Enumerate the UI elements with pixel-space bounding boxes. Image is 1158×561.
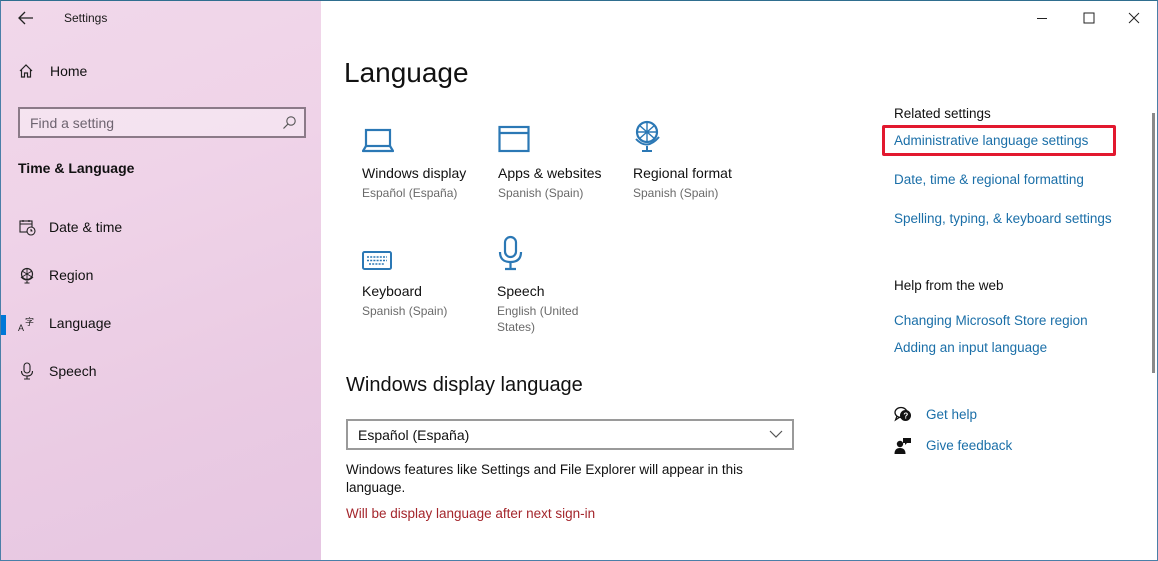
sidebar-item-speech[interactable]: Speech [1, 351, 321, 391]
tile-apps-websites[interactable]: Apps & websites Spanish (Spain) [498, 117, 628, 201]
spelling-typing-keyboard-link[interactable]: Spelling, typing, & keyboard settings [894, 211, 1112, 226]
tile-speech[interactable]: Speech English (United States) [497, 235, 627, 335]
search-icon[interactable] [281, 115, 297, 131]
search-box[interactable] [18, 107, 306, 138]
give-feedback-label: Give feedback [926, 437, 1013, 453]
tile-value: Spanish (Spain) [633, 186, 719, 200]
sidebar: Settings Home Time & Language [1, 1, 321, 560]
dropdown-selected-value: Español (España) [358, 426, 470, 443]
settings-window: Settings Home Time & Language [0, 0, 1158, 561]
maximize-icon [1083, 12, 1095, 24]
close-icon [1128, 12, 1140, 24]
display-language-description: Windows features like Settings and File … [346, 462, 743, 495]
tile-value: Spanish (Spain) [362, 304, 448, 318]
get-help-icon: ? [894, 405, 912, 423]
page-title: Language [344, 57, 469, 88]
svg-text:字: 字 [25, 316, 34, 328]
minimize-icon [1037, 18, 1047, 19]
tile-name: Regional format [633, 165, 732, 181]
home-icon [19, 64, 33, 78]
tile-keyboard[interactable]: Keyboard Spanish (Spain) [362, 235, 492, 319]
svg-text:?: ? [903, 411, 908, 420]
sidebar-item-label: Region [49, 267, 94, 283]
globe-icon [633, 117, 763, 153]
adding-input-language-link[interactable]: Adding an input language [894, 340, 1047, 355]
svg-text:A: A [18, 323, 24, 332]
back-button[interactable] [13, 7, 39, 29]
search-input[interactable] [30, 114, 270, 131]
microphone-icon [497, 235, 627, 271]
get-help-label: Get help [926, 406, 978, 422]
close-button[interactable] [1111, 1, 1157, 35]
keyboard-icon [362, 235, 492, 271]
changing-store-region-link[interactable]: Changing Microsoft Store region [894, 313, 1088, 328]
microphone-icon [18, 362, 36, 380]
back-arrow-icon [18, 11, 33, 25]
tile-value: Español (España) [362, 186, 458, 200]
sidebar-item-language[interactable]: A 字 Language [1, 303, 321, 343]
sidebar-item-date-time[interactable]: Date & time [1, 207, 321, 247]
get-help-link[interactable]: ? Get help [894, 405, 977, 423]
section-title: Time & Language [18, 160, 135, 176]
admin-language-settings-link[interactable]: Administrative language settings [894, 133, 1088, 148]
sidebar-item-home[interactable]: Home [18, 63, 87, 79]
date-time-regional-formatting-link[interactable]: Date, time & regional formatting [894, 172, 1084, 187]
feedback-icon [894, 436, 912, 454]
laptop-icon [362, 117, 492, 153]
browser-window-icon [498, 117, 628, 153]
language-icon: A 字 [18, 314, 36, 332]
display-language-heading: Windows display language [346, 374, 583, 396]
display-language-dropdown[interactable]: Español (España) [346, 419, 794, 450]
sidebar-item-region[interactable]: Region [1, 255, 321, 295]
chevron-down-icon [769, 430, 783, 438]
sidebar-item-label: Date & time [49, 219, 123, 235]
tile-name: Speech [497, 283, 545, 299]
tile-regional-format[interactable]: Regional format Spanish (Spain) [633, 117, 763, 201]
tile-value: English (United States) [497, 304, 579, 334]
calendar-clock-icon [18, 218, 36, 236]
tile-windows-display[interactable]: Windows display Español (España) [362, 117, 492, 201]
tile-name: Apps & websites [498, 165, 602, 181]
maximize-button[interactable] [1066, 1, 1112, 35]
sidebar-item-label: Language [49, 315, 112, 331]
sidebar-item-label: Home [50, 63, 88, 79]
tile-name: Windows display [362, 165, 467, 181]
help-from-web-heading: Help from the web [894, 278, 1004, 293]
app-title: Settings [64, 11, 108, 25]
minimize-button[interactable] [1019, 1, 1065, 35]
tile-value: Spanish (Spain) [498, 186, 584, 200]
sidebar-item-label: Speech [49, 363, 97, 379]
related-settings-heading: Related settings [894, 106, 991, 121]
give-feedback-link[interactable]: Give feedback [894, 436, 1012, 454]
globe-icon [18, 266, 36, 284]
tile-name: Keyboard [362, 283, 422, 299]
display-language-warning: Will be display language after next sign… [346, 506, 596, 521]
scrollbar[interactable] [1152, 113, 1155, 373]
